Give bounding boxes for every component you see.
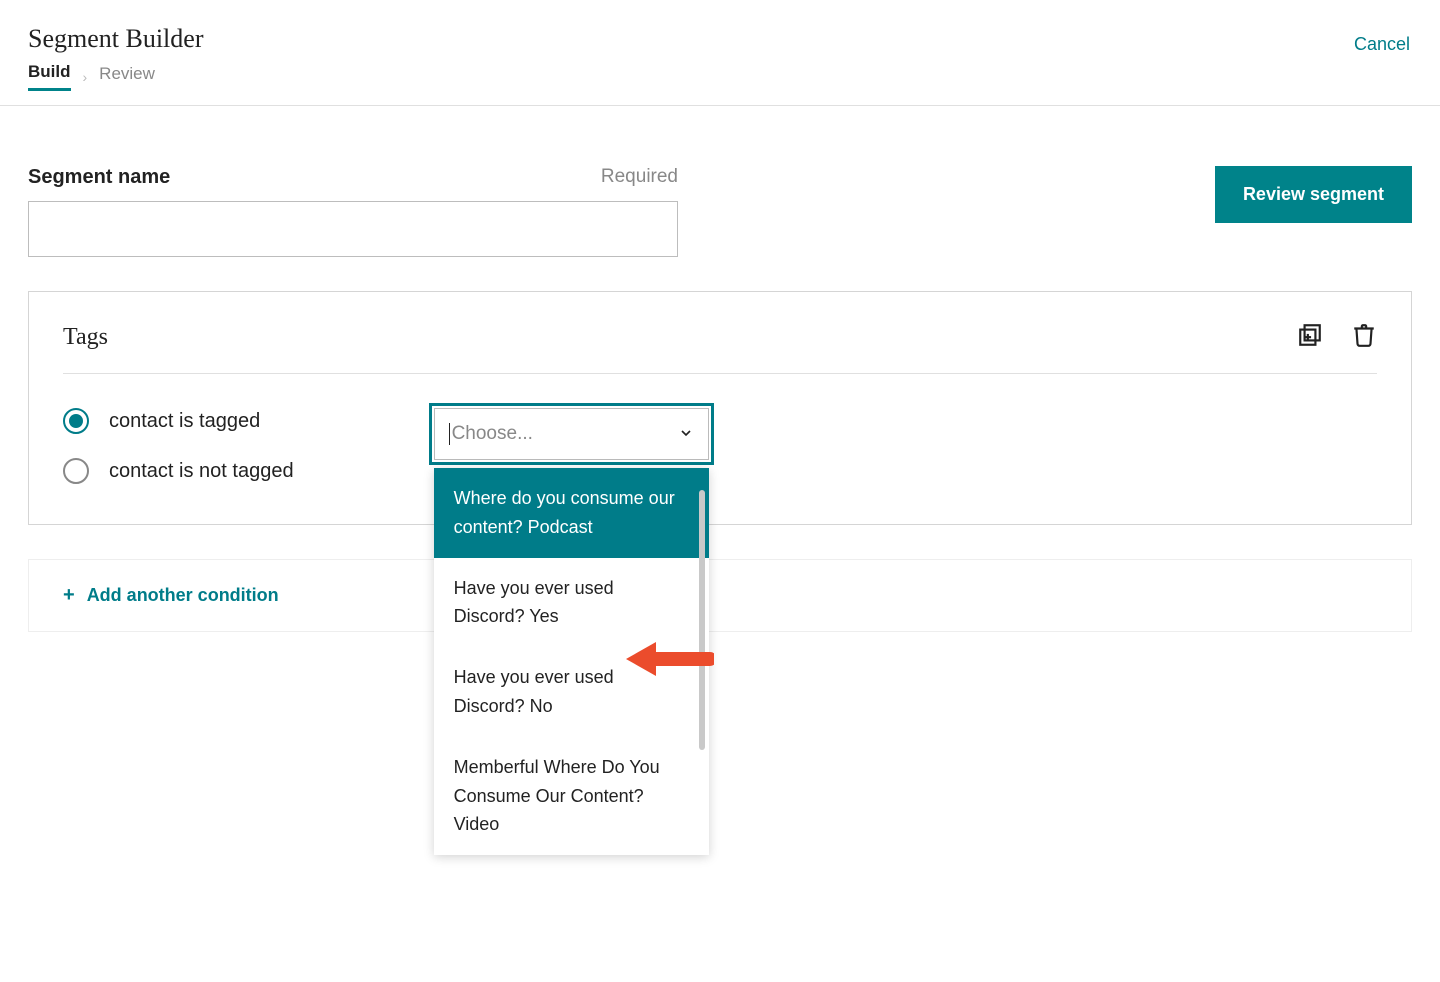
dropdown-option[interactable]: Memberful Where Do You Consume Our Conte… [434,737,709,855]
dropdown-option[interactable]: Have you ever used Discord? Yes [434,558,709,648]
radio-group: contact is tagged contact is not tagged [63,408,294,484]
condition-title: Tags [63,324,108,351]
tag-dropdown-menu: Where do you consume our content? Podcas… [434,468,709,855]
radio-icon [63,458,89,484]
condition-actions [1297,322,1377,353]
plus-icon: + [63,584,75,607]
condition-header: Tags [63,322,1377,374]
duplicate-icon[interactable] [1297,322,1323,353]
breadcrumb: Build › Review [28,62,1412,105]
page-title: Segment Builder [28,24,1412,54]
radio-contact-is-not-tagged[interactable]: contact is not tagged [63,458,294,484]
segment-name-block: Segment name Required [28,166,678,257]
chevron-down-icon [678,425,694,444]
content-area: Segment name Required Review segment Tag… [0,106,1440,632]
review-segment-button[interactable]: Review segment [1215,166,1412,223]
dropdown-placeholder: Choose... [449,423,533,445]
trash-icon[interactable] [1351,322,1377,353]
segment-name-input[interactable] [28,201,678,257]
radio-label: contact is not tagged [109,460,294,483]
breadcrumb-build[interactable]: Build [28,62,71,91]
page-header: Segment Builder Build › Review Cancel [0,0,1440,106]
scrollbar[interactable] [699,490,705,750]
top-row: Segment name Required Review segment [28,166,1412,257]
dropdown-option[interactable]: Where do you consume our content? Podcas… [434,468,709,558]
condition-body: contact is tagged contact is not tagged … [63,408,1377,484]
add-condition-button[interactable]: + Add another condition [28,559,1412,632]
segment-name-label: Segment name [28,166,170,189]
dropdown-option[interactable]: Have you ever used Discord? No [434,647,709,737]
tag-dropdown-field[interactable]: Choose... [434,408,709,460]
add-condition-label: Add another condition [87,585,279,606]
radio-label: contact is tagged [109,410,260,433]
breadcrumb-review[interactable]: Review [99,64,155,90]
chevron-right-icon: › [83,69,88,85]
condition-card: Tags [28,291,1412,525]
tag-dropdown: Choose... Where do you consume our conte… [434,408,709,460]
radio-icon [63,408,89,434]
cancel-link[interactable]: Cancel [1354,34,1410,55]
required-indicator: Required [601,166,678,189]
radio-contact-is-tagged[interactable]: contact is tagged [63,408,294,434]
segment-name-label-row: Segment name Required [28,166,678,189]
